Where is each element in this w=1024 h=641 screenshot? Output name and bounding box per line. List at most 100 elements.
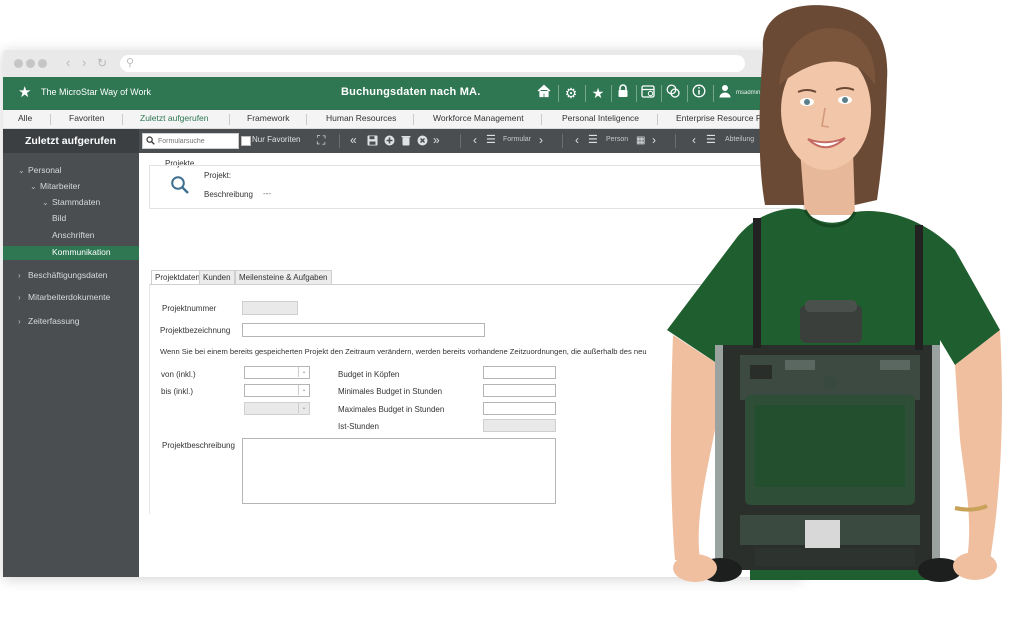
- tree-item-zeiterfassung[interactable]: › Zeiterfassung: [18, 316, 80, 326]
- only-favorites-label: Nur Favoriten: [252, 135, 301, 144]
- cancel-icon[interactable]: [417, 133, 428, 150]
- menu-divider: [541, 114, 542, 125]
- menu-item-human-resources[interactable]: Human Resources: [326, 113, 396, 123]
- form-search-input[interactable]: [158, 135, 236, 147]
- budget-koepfe-field[interactable]: [483, 366, 556, 379]
- ist-stunden-label: Ist-Stunden: [338, 422, 379, 431]
- tab-kunden[interactable]: Kunden: [199, 270, 235, 285]
- tab-projektdaten[interactable]: Projektdaten: [151, 270, 204, 285]
- page-title: Buchungsdaten nach MA.: [341, 86, 481, 98]
- window-minimize-dot[interactable]: [26, 59, 35, 68]
- tree-item-anschriften[interactable]: Anschriften: [52, 230, 95, 240]
- next-form-icon[interactable]: ›: [539, 133, 543, 148]
- projektbeschreibung-label: Projektbeschreibung: [162, 441, 235, 450]
- back-icon[interactable]: ‹: [66, 55, 70, 71]
- fullscreen-icon[interactable]: ⛶: [317, 133, 325, 148]
- chevron-down-icon: ⌄: [298, 403, 309, 413]
- bis-label: bis (inkl.): [161, 387, 194, 396]
- chevron-right-icon: ›: [18, 293, 21, 302]
- person-list-icon[interactable]: ☰: [588, 133, 598, 148]
- toolbar-divider: [339, 134, 340, 148]
- tree-item-stammdaten[interactable]: ⌄ Stammdaten: [42, 197, 100, 207]
- window-maximize-dot[interactable]: [38, 59, 47, 68]
- previous-person-icon[interactable]: ‹: [575, 133, 579, 148]
- menu-item-favoriten[interactable]: Favoriten: [69, 113, 104, 123]
- menu-divider: [306, 114, 307, 125]
- menu-item-workforce-management[interactable]: Workforce Management: [433, 113, 524, 123]
- menu-divider: [50, 114, 51, 125]
- von-label: von (inkl.): [161, 370, 196, 379]
- search-icon: ⚲: [126, 57, 135, 69]
- last-record-icon[interactable]: »: [433, 133, 440, 148]
- search-icon: [146, 134, 155, 147]
- menu-item-personal-inteligence[interactable]: Personal Inteligence: [562, 113, 639, 123]
- nav-formular-label: Formular: [503, 136, 532, 143]
- first-record-icon[interactable]: «: [350, 133, 357, 148]
- previous-form-icon[interactable]: ‹: [473, 133, 477, 148]
- tab-meilensteine-aufgaben[interactable]: Meilensteine & Aufgaben: [235, 270, 332, 285]
- menu-item-alle[interactable]: Alle: [18, 113, 32, 123]
- form-search[interactable]: [142, 133, 239, 149]
- woman-holding-robot-illustration: [667, 5, 1002, 582]
- window-close-dot[interactable]: [14, 59, 23, 68]
- budget-koepfe-label: Budget in Köpfen: [338, 370, 400, 379]
- menu-item-framework[interactable]: Framework: [247, 113, 290, 123]
- chevron-right-icon: ›: [18, 317, 21, 326]
- menu-divider: [229, 114, 230, 125]
- brand-name: The MicroStar Way of Work: [41, 87, 152, 97]
- favorite-star-icon[interactable]: ★: [589, 84, 607, 102]
- settings-gear-icon[interactable]: ⚙: [562, 84, 580, 102]
- person-calendar-icon[interactable]: ▦: [636, 133, 645, 148]
- chevron-right-icon: ›: [18, 271, 21, 280]
- delete-icon[interactable]: [401, 133, 411, 150]
- projektnummer-field: [242, 301, 298, 315]
- projektbezeichnung-label: Projektbezeichnung: [160, 326, 231, 335]
- min-budget-field[interactable]: [483, 384, 556, 397]
- menu-divider: [413, 114, 414, 125]
- projekt-label: Projekt:: [204, 171, 232, 180]
- lock-icon[interactable]: [614, 84, 632, 102]
- zeitraum-extra-select: ⌄: [244, 402, 310, 415]
- tree-item-personal[interactable]: ⌄ Personal: [18, 165, 62, 175]
- header-divider: [558, 85, 559, 102]
- brand-star-icon: ★: [18, 84, 32, 101]
- menu-item-zuletzt-aufgerufen[interactable]: Zuletzt aufgerufen: [140, 113, 209, 123]
- chevron-down-icon: ⌄: [18, 166, 25, 175]
- min-budget-label: Minimales Budget in Stunden: [338, 387, 443, 396]
- projektbeschreibung-textarea[interactable]: [242, 438, 556, 504]
- sidebar-navigation: ⌄ Personal ⌄ Mitarbeiter ⌄ Stammdaten Bild …: [3, 153, 139, 577]
- url-bar[interactable]: ⚲: [120, 55, 745, 72]
- header-divider: [585, 85, 586, 102]
- tree-item-beschaeftigungsdaten[interactable]: › Beschäftigungsdaten: [18, 270, 107, 280]
- list-icon[interactable]: ☰: [486, 133, 496, 148]
- project-search-icon[interactable]: [170, 175, 190, 200]
- chevron-down-icon: ⌄: [298, 385, 309, 395]
- add-icon[interactable]: [384, 133, 395, 150]
- tree-item-bild[interactable]: Bild: [52, 213, 66, 223]
- von-date-select[interactable]: ⌄: [244, 366, 310, 379]
- chevron-down-icon: ⌄: [30, 182, 37, 191]
- sidebar-header: Zuletzt aufgerufen: [3, 129, 139, 153]
- save-icon[interactable]: [367, 133, 378, 150]
- projektbezeichnung-field[interactable]: [242, 323, 485, 337]
- chevron-down-icon: ⌄: [298, 367, 309, 377]
- home-icon[interactable]: [535, 84, 553, 102]
- header-divider: [611, 85, 612, 102]
- zeitraum-notice: Wenn Sie bei einem bereits gespeicherten…: [160, 347, 647, 356]
- forward-icon[interactable]: ›: [82, 55, 86, 71]
- tree-item-mitarbeiterdokumente[interactable]: › Mitarbeiterdokumente: [18, 292, 110, 302]
- toolbar-divider: [562, 134, 563, 148]
- toolbar-divider: [460, 134, 461, 148]
- tree-item-kommunikation[interactable]: Kommunikation: [52, 247, 111, 257]
- tree-item-mitarbeiter[interactable]: ⌄ Mitarbeiter: [30, 181, 80, 191]
- only-favorites-checkbox[interactable]: [241, 136, 251, 146]
- projektnummer-label: Projektnummer: [162, 304, 217, 313]
- reload-icon[interactable]: ↻: [97, 55, 107, 71]
- nav-person-label: Person: [606, 136, 629, 143]
- menu-divider: [122, 114, 123, 125]
- beschreibung-value: ---: [263, 189, 271, 198]
- bis-date-select[interactable]: ⌄: [244, 384, 310, 397]
- chevron-down-icon: ⌄: [42, 198, 49, 207]
- form-left-border: [149, 284, 150, 514]
- max-budget-field[interactable]: [483, 402, 556, 415]
